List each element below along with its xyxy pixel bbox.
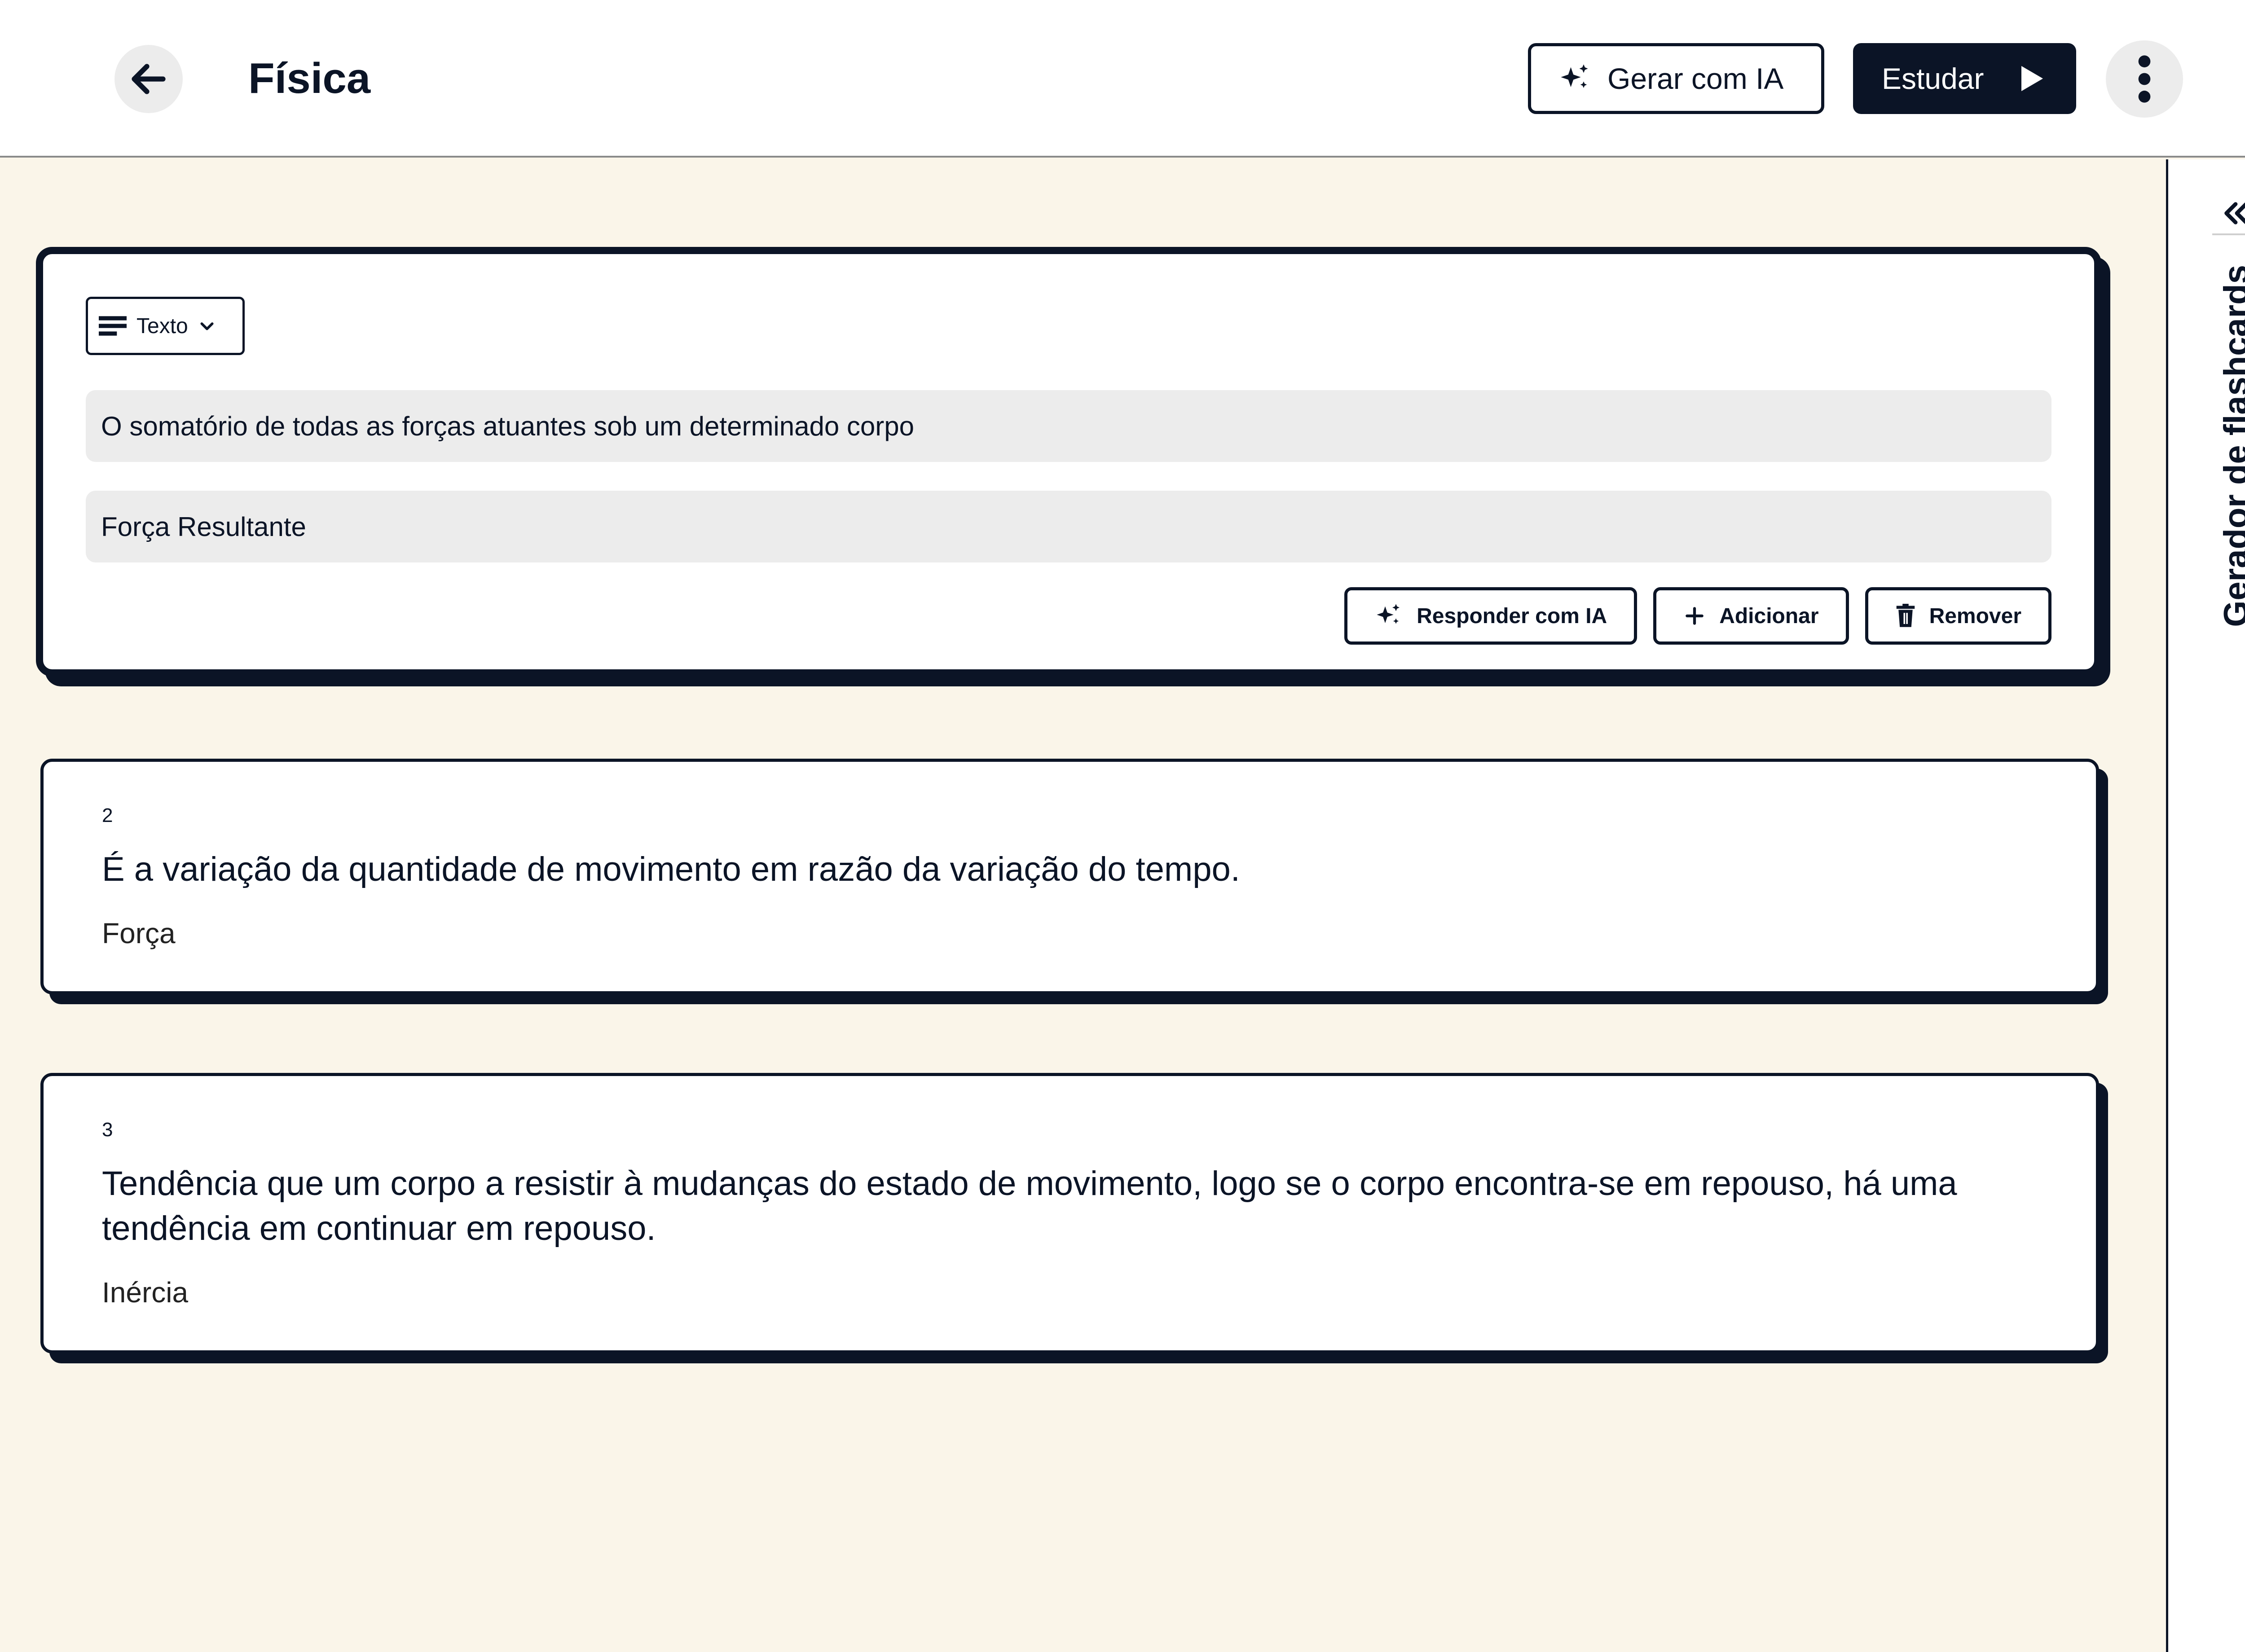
sparkle-icon (1377, 604, 1400, 624)
more-options-button[interactable] (2106, 40, 2183, 118)
add-card-button[interactable]: Adicionar (1653, 587, 1849, 645)
more-vertical-icon (2138, 55, 2151, 103)
collapse-panel-button[interactable] (2218, 195, 2245, 231)
card-front-text: Tendência que um corpo a resistir à muda… (102, 1164, 1957, 1248)
generate-with-ai-button[interactable]: Gerar com IA (1528, 43, 1824, 114)
remove-card-button[interactable]: Remover (1865, 587, 2051, 645)
panel-divider (2212, 233, 2245, 235)
generate-with-ai-label: Gerar com IA (1607, 62, 1784, 95)
page-title: Física (248, 54, 371, 102)
back-field[interactable]: Força Resultante (86, 491, 2051, 562)
answer-with-ai-button[interactable]: Responder com IA (1344, 587, 1638, 645)
card-front-text: É a variação da quantidade de movimento … (102, 850, 1240, 888)
chevron-down-icon (200, 322, 214, 330)
top-bar: Física Gerar com IA Estudar (0, 0, 2245, 158)
front-field[interactable]: O somatório de todas as forças atuantes … (86, 390, 2051, 462)
plus-icon (1686, 607, 1704, 625)
study-button[interactable]: Estudar (1853, 43, 2076, 114)
text-lines-icon (99, 316, 127, 336)
add-card-label: Adicionar (1719, 604, 1819, 628)
remove-card-label: Remover (1929, 604, 2021, 628)
trash-icon (1896, 604, 1915, 627)
flashcard-editor: Texto O somatório de todas as forças atu… (36, 247, 2101, 677)
panel-title: Gerador de flashcards (2217, 265, 2245, 627)
study-label: Estudar (1882, 62, 1984, 95)
answer-with-ai-label: Responder com IA (1417, 604, 1607, 628)
card-number: 3 (102, 1119, 113, 1141)
flashcard[interactable]: 2 É a variação da quantidade de moviment… (40, 759, 2099, 994)
back-button[interactable] (114, 45, 183, 113)
chevron-double-left-icon (2224, 202, 2245, 224)
flashcard-generator-panel: Gerador de flashcards (2166, 159, 2245, 1652)
play-icon (2021, 66, 2043, 91)
card-type-value: Texto (136, 314, 188, 338)
card-number: 2 (102, 804, 113, 826)
flashcard[interactable]: 3 Tendência que um corpo a resistir à mu… (40, 1073, 2099, 1353)
card-type-select[interactable]: Texto (86, 297, 245, 355)
card-back-text: Inércia (102, 1276, 189, 1309)
sparkle-icon (1561, 64, 1588, 88)
arrow-left-icon (132, 64, 166, 94)
card-actions: Responder com IA Adicionar Remover (1344, 587, 2051, 645)
card-back-text: Força (102, 917, 176, 949)
